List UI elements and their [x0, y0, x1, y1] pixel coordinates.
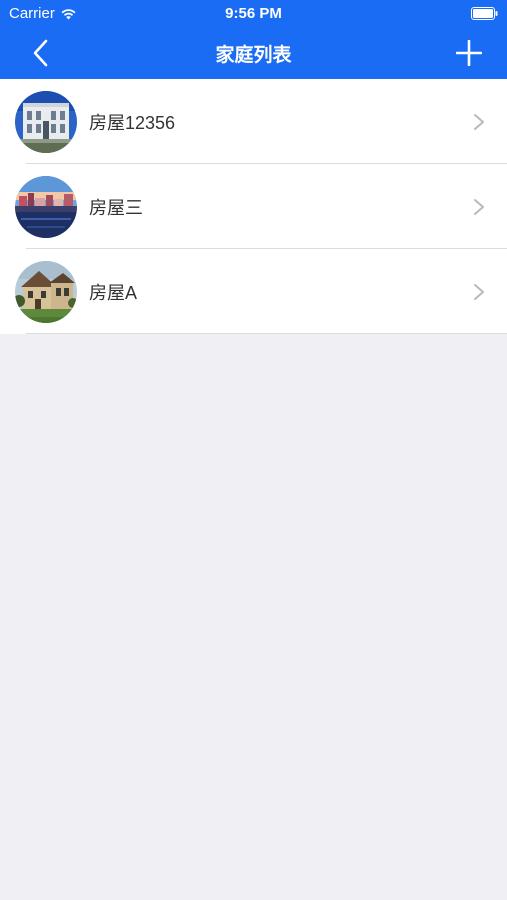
battery-icon [471, 7, 498, 20]
chevron-right-icon [474, 199, 484, 215]
chevron-right-icon [474, 114, 484, 130]
house-name: 房屋A [89, 282, 138, 303]
status-bar: Carrier 9:56 PM [0, 0, 507, 28]
city-harbor-photo [15, 175, 77, 238]
add-house-button[interactable] [451, 35, 487, 71]
villa-photo [15, 260, 77, 323]
house-list: 房屋12356 房屋三 房屋A [0, 79, 507, 334]
list-item[interactable]: 房屋A [0, 249, 507, 334]
plus-icon [456, 40, 482, 66]
list-item[interactable]: 房屋12356 [0, 79, 507, 164]
chevron-right-icon [474, 284, 484, 300]
house-name: 房屋三 [89, 197, 143, 218]
nav-bar: 家庭列表 [0, 28, 507, 79]
house-name: 房屋12356 [89, 112, 176, 133]
house-photo [15, 90, 77, 153]
list-item[interactable]: 房屋三 [0, 164, 507, 249]
divider [26, 333, 507, 334]
status-time: 9:56 PM [225, 5, 282, 22]
page-title: 家庭列表 [215, 45, 292, 66]
header: Carrier 9:56 PM 家庭列表 [0, 0, 507, 79]
